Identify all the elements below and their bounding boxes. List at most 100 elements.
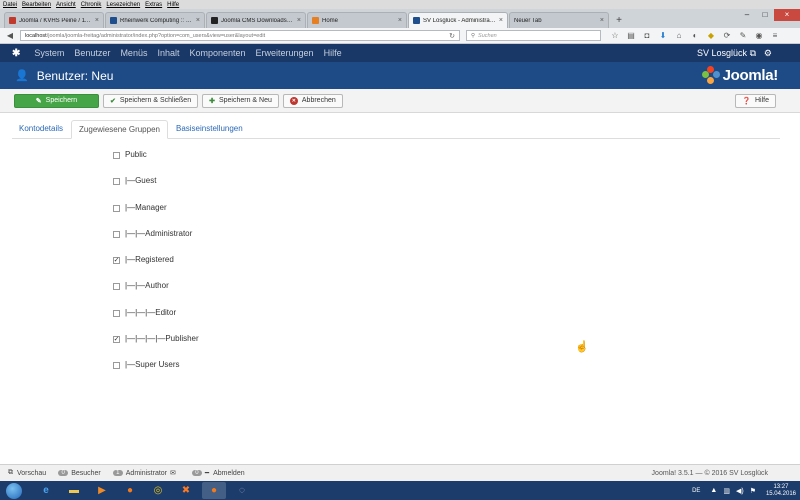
nav-system[interactable]: System <box>34 48 64 58</box>
menu-chronik[interactable]: Chronik <box>81 2 102 8</box>
reload-icon[interactable]: ↻ <box>449 32 455 40</box>
cancel-button[interactable]: ✕ Abbrechen <box>282 93 343 108</box>
user-icon: 👤 <box>15 70 29 82</box>
list-item: |—Guest <box>113 176 199 202</box>
minimize-icon[interactable]: – <box>738 9 756 21</box>
extension-icon[interactable]: ◆ <box>703 31 719 40</box>
chat-icon[interactable]: ◉ <box>751 31 767 40</box>
nav-extensions[interactable]: Erweiterungen <box>256 48 314 58</box>
version-text: Joomla! 3.5.1 — © 2016 SV Losglück <box>651 469 768 477</box>
group-checkbox[interactable] <box>113 204 120 212</box>
browser-tabstrip: Joomla / KVHS Peine / 11. ... × Rheinwerk… <box>0 9 800 28</box>
logout-link[interactable]: Abmelden <box>213 470 245 477</box>
pocket-icon[interactable]: ◘ <box>639 31 655 40</box>
media-player-icon[interactable]: ▶ <box>90 482 114 499</box>
menu-datei[interactable]: Datei <box>3 2 17 8</box>
maximize-icon[interactable]: □ <box>756 9 774 21</box>
close-icon[interactable]: × <box>297 17 301 24</box>
close-icon[interactable]: × <box>95 17 99 24</box>
clipboard-icon[interactable]: ▤ <box>623 31 639 40</box>
menu-extras[interactable]: Extras <box>145 2 162 8</box>
tab-assigned-groups[interactable]: Zugewiesene Gruppen <box>71 120 168 139</box>
tray-chevron-icon[interactable]: ▲ <box>710 487 717 494</box>
language-indicator[interactable]: DE <box>692 488 700 494</box>
gear-icon[interactable]: ⚙ <box>764 48 772 59</box>
browser-tab[interactable]: Joomla CMS Downloads - ... × <box>206 12 306 28</box>
xampp-icon[interactable]: ✖ <box>174 482 198 499</box>
app-icon[interactable]: ◌ <box>230 482 254 499</box>
nav-menus[interactable]: Menüs <box>120 48 147 58</box>
browser-tab-active[interactable]: SV Losglück - Administrati... × <box>408 12 508 28</box>
menu-ansicht[interactable]: Ansicht <box>56 2 76 8</box>
browser-tab[interactable]: Rheinwerk Computing :: Jo... × <box>105 12 205 28</box>
group-checkbox[interactable] <box>113 362 120 370</box>
group-checkbox-checked[interactable]: ✓ <box>113 257 120 265</box>
tools-icon[interactable]: ✎ <box>735 31 751 40</box>
external-link-icon: ⧉ <box>8 469 13 476</box>
menu-lesezeichen[interactable]: Lesezeichen <box>106 2 140 8</box>
nav-content[interactable]: Inhalt <box>157 48 179 58</box>
group-checkbox[interactable] <box>113 152 120 159</box>
start-button[interactable] <box>6 482 22 499</box>
firefox-active-icon[interactable]: ● <box>202 482 226 499</box>
browser-tab[interactable]: Home × <box>307 12 407 28</box>
joomla-wordmark: Joomla! <box>722 66 779 84</box>
network-icon[interactable]: ▥ <box>723 487 730 495</box>
tab-account-details[interactable]: Kontodetails <box>12 119 70 138</box>
close-icon[interactable]: × <box>398 17 402 24</box>
hamburger-menu-icon[interactable]: ≡ <box>767 31 783 40</box>
new-tab-button[interactable]: + <box>612 14 626 28</box>
mail-icon: ✉ <box>170 470 176 477</box>
ie-icon[interactable]: e <box>34 482 58 499</box>
save-button[interactable]: ✎ Speichern <box>14 93 99 108</box>
site-name-link[interactable]: SV Losglück ⧉ <box>697 48 756 59</box>
clock[interactable]: 13:27 15.04.2016 <box>766 484 796 498</box>
save-new-button[interactable]: ✚ Speichern & Neu <box>202 93 279 108</box>
sync-icon[interactable]: ⟳ <box>719 31 735 40</box>
visitors-label: Besucher <box>71 469 101 477</box>
close-icon[interactable]: × <box>196 17 200 24</box>
close-icon[interactable]: × <box>499 17 503 24</box>
joomla-admin-nav: ✱ System Benutzer Menüs Inhalt Komponent… <box>0 44 800 62</box>
group-checkbox[interactable] <box>113 309 120 317</box>
download-icon[interactable]: ⬇ <box>655 31 671 40</box>
joomla-logo-icon[interactable]: ✱ <box>12 48 20 59</box>
group-checkbox[interactable] <box>113 283 120 291</box>
url-bar[interactable]: localhost/joomla/joomla-freitag/administ… <box>20 30 460 41</box>
favicon-icon <box>413 17 420 24</box>
action-toolbar: ✎ Speichern ✔ Speichern & Schließen ✚ Speic… <box>0 89 800 113</box>
flag-icon[interactable]: ⚑ <box>750 487 756 495</box>
nav-users[interactable]: Benutzer <box>74 48 110 58</box>
hand-cursor-icon: ☝ <box>575 341 589 353</box>
group-checkbox-checked[interactable]: ✓ <box>113 336 120 344</box>
nav-components[interactable]: Komponenten <box>189 48 245 58</box>
firefox-icon[interactable]: ● <box>118 482 142 499</box>
tab-basic-settings[interactable]: Basiseinstellungen <box>169 119 250 138</box>
search-input[interactable]: ⚲ Suchen <box>466 30 601 41</box>
volume-icon[interactable]: ◀) <box>736 487 744 495</box>
menu-bearbeiten[interactable]: Bearbeiten <box>22 2 51 8</box>
addon-icon[interactable]: ◐ <box>687 31 703 40</box>
group-checkbox[interactable] <box>113 230 120 238</box>
close-icon[interactable]: × <box>600 17 604 24</box>
joomla-mark-icon <box>701 66 720 84</box>
close-window-icon[interactable]: × <box>774 9 800 21</box>
os-taskbar: e ▬ ▶ ● ◎ ✖ ● ◌ DE ▲ ▥ ◀) ⚑ 13:27 15.04.… <box>0 481 800 500</box>
back-icon[interactable]: ◀ <box>3 30 17 42</box>
browser-tab[interactable]: Joomla / KVHS Peine / 11. ... × <box>4 12 104 28</box>
chrome-icon[interactable]: ◎ <box>146 482 170 499</box>
folder-icon[interactable]: ▬ <box>62 482 86 499</box>
joomla-brand: Joomla! <box>701 66 779 84</box>
window-controls: – □ × <box>738 9 800 21</box>
home-icon[interactable]: ⌂ <box>671 31 687 40</box>
save-close-button[interactable]: ✔ Speichern & Schließen <box>103 93 199 108</box>
nav-help[interactable]: Hilfe <box>324 48 342 58</box>
preview-link[interactable]: Vorschau <box>17 470 46 477</box>
check-icon: ✔ <box>110 97 116 105</box>
star-icon[interactable]: ☆ <box>607 31 623 40</box>
list-item: Public <box>113 150 199 176</box>
group-checkbox[interactable] <box>113 178 120 186</box>
menu-hilfe[interactable]: Hilfe <box>167 2 179 8</box>
help-button[interactable]: ❓ Hilfe <box>735 93 776 108</box>
browser-tab[interactable]: Neuer Tab × <box>509 12 609 28</box>
